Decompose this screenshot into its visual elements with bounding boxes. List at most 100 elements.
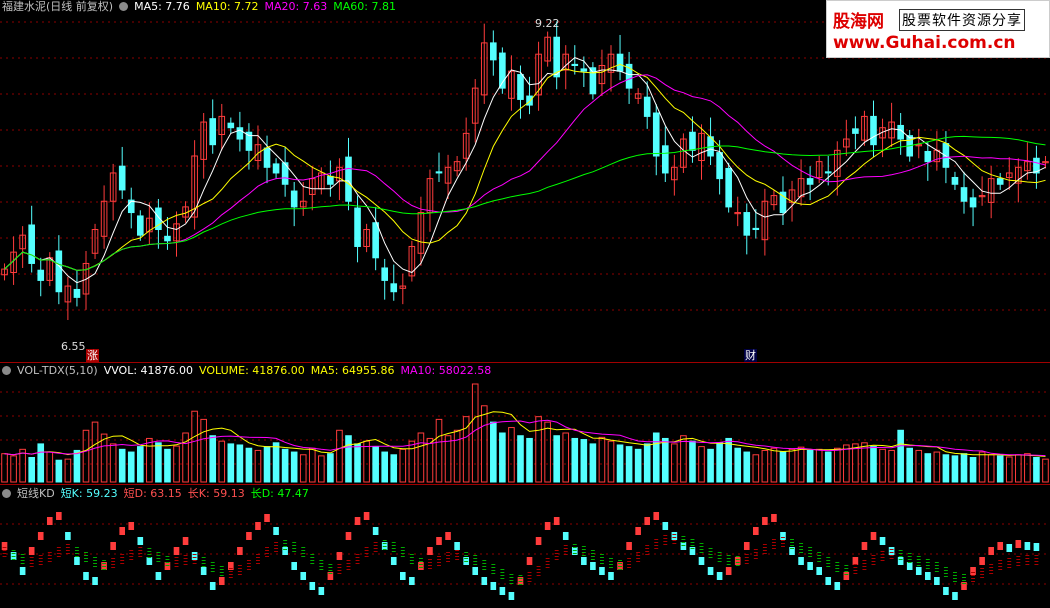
volume-bar bbox=[535, 416, 542, 483]
ma10-line bbox=[4, 63, 1046, 271]
volume-bar bbox=[879, 448, 886, 483]
candle-body bbox=[743, 212, 751, 236]
volume-bar bbox=[426, 437, 434, 483]
volume-bar bbox=[336, 429, 343, 483]
volume-bar bbox=[164, 448, 171, 483]
volume-bar bbox=[870, 446, 877, 483]
volume-bar bbox=[960, 453, 968, 483]
volume-bar bbox=[372, 446, 379, 483]
volume-bar bbox=[10, 455, 17, 483]
candle-body bbox=[290, 190, 298, 208]
volume-bar bbox=[480, 405, 488, 483]
candle-body bbox=[716, 152, 723, 180]
short-k-readout: 短K: 59.23 bbox=[60, 487, 118, 500]
volume-bar bbox=[861, 442, 868, 483]
candle-body bbox=[960, 187, 968, 202]
kd-header: 短线KD 短K: 59.23 短D: 63.15 长K: 59.13 长D: 47.47 bbox=[2, 487, 315, 501]
volume-bar bbox=[272, 442, 280, 483]
volume-bar bbox=[399, 448, 407, 483]
volume-bar bbox=[734, 447, 742, 483]
volume-bar bbox=[1033, 457, 1040, 483]
volume-bar bbox=[761, 449, 769, 483]
candle-body bbox=[227, 122, 235, 129]
volume-bar bbox=[236, 444, 244, 483]
volume-bar bbox=[82, 429, 90, 483]
stock-title[interactable]: 福建水泥(日线 前复权) bbox=[2, 0, 113, 13]
volume-bar bbox=[281, 448, 289, 483]
volume-bar bbox=[100, 433, 108, 483]
candle-body bbox=[263, 147, 271, 168]
volume-bar bbox=[453, 429, 461, 483]
low-price-label: 6.55 bbox=[61, 340, 86, 353]
volume-bar bbox=[363, 440, 370, 483]
volume-bar bbox=[906, 447, 914, 483]
volume-bar bbox=[616, 444, 624, 483]
candle-body bbox=[28, 224, 35, 264]
volume-bar bbox=[91, 421, 99, 483]
volume-bar bbox=[815, 448, 823, 483]
candle-body bbox=[824, 171, 832, 174]
volume-bar bbox=[1, 453, 8, 483]
volume-bar bbox=[770, 447, 778, 483]
rise-event-marker[interactable]: 涨 bbox=[86, 349, 99, 362]
candle-body bbox=[354, 207, 361, 247]
settings-icon[interactable] bbox=[2, 489, 11, 498]
vol-ma5-readout: MA5: 64955.86 bbox=[310, 364, 395, 377]
ma20-line bbox=[4, 74, 1046, 271]
volume-bar bbox=[598, 436, 606, 483]
volume-bar bbox=[1005, 456, 1013, 483]
volume-bar bbox=[680, 435, 687, 483]
candle-body bbox=[327, 175, 334, 185]
candle-body bbox=[996, 178, 1004, 185]
candle-body bbox=[236, 127, 244, 140]
volume-bar bbox=[55, 459, 63, 483]
volume-panel[interactable]: VOL-TDX(5,10) VVOL: 41876.00 VOLUME: 41876… bbox=[0, 362, 1050, 484]
ma60-readout: MA60: 7.81 bbox=[333, 0, 396, 13]
volume-bar bbox=[634, 448, 642, 483]
vol-indicator-name[interactable]: VOL-TDX(5,10) bbox=[17, 364, 98, 377]
price-header: 福建水泥(日线 前复权) MA5: 7.76 MA10: 7.72 MA20: 7.6… bbox=[2, 0, 402, 14]
price-panel[interactable]: 福建水泥(日线 前复权) MA5: 7.76 MA10: 7.72 MA20: 7.6… bbox=[0, 0, 1050, 362]
volume-bar bbox=[318, 455, 325, 483]
volume-bar bbox=[671, 443, 678, 483]
candle-body bbox=[381, 267, 389, 281]
volume-bar bbox=[806, 449, 814, 483]
candle-body bbox=[517, 74, 524, 100]
logo-slogan: 股票软件资源分享 bbox=[899, 9, 1025, 31]
volume-bar bbox=[526, 437, 533, 483]
kd-panel[interactable]: 短线KD 短K: 59.23 短D: 63.15 长K: 59.13 长D: 47.47 bbox=[0, 484, 1050, 608]
volume-bar bbox=[390, 454, 398, 483]
volume-bar bbox=[625, 446, 633, 483]
finance-event-marker[interactable]: 财 bbox=[744, 349, 757, 362]
candle-body bbox=[852, 128, 859, 134]
settings-icon[interactable] bbox=[2, 366, 11, 375]
vvol-readout: VVOL: 41876.00 bbox=[103, 364, 194, 377]
ma10-readout: MA10: 7.72 bbox=[195, 0, 259, 13]
vol-ma10-readout: MA10: 58022.58 bbox=[400, 364, 492, 377]
volume-bar bbox=[408, 440, 416, 483]
volume-bar bbox=[589, 443, 597, 483]
volume-bar bbox=[37, 443, 45, 483]
kd-indicator-name[interactable]: 短线KD bbox=[17, 487, 55, 500]
long-d-readout: 长D: 47.47 bbox=[250, 487, 309, 500]
volume-bar bbox=[707, 448, 714, 483]
volume-bar bbox=[924, 453, 932, 483]
volume-bar bbox=[245, 447, 253, 483]
candle-body bbox=[209, 118, 217, 146]
candle-body bbox=[951, 176, 959, 185]
logo-url: www.Guhai.com.cn bbox=[833, 33, 1016, 53]
candle-body bbox=[652, 112, 660, 157]
volume-bar bbox=[19, 448, 26, 483]
settings-icon[interactable] bbox=[119, 2, 129, 11]
volume-bar bbox=[987, 454, 995, 483]
kd-chart[interactable] bbox=[0, 484, 1050, 608]
candle-body bbox=[390, 283, 398, 293]
volume-bar bbox=[209, 435, 217, 483]
candle-body bbox=[969, 197, 977, 208]
volume-bar bbox=[46, 451, 54, 483]
candle-body bbox=[806, 178, 814, 185]
volume-bar bbox=[1024, 453, 1031, 483]
volume-chart[interactable] bbox=[0, 362, 1050, 484]
volume-bar bbox=[824, 451, 832, 483]
volume-bar bbox=[109, 443, 117, 483]
